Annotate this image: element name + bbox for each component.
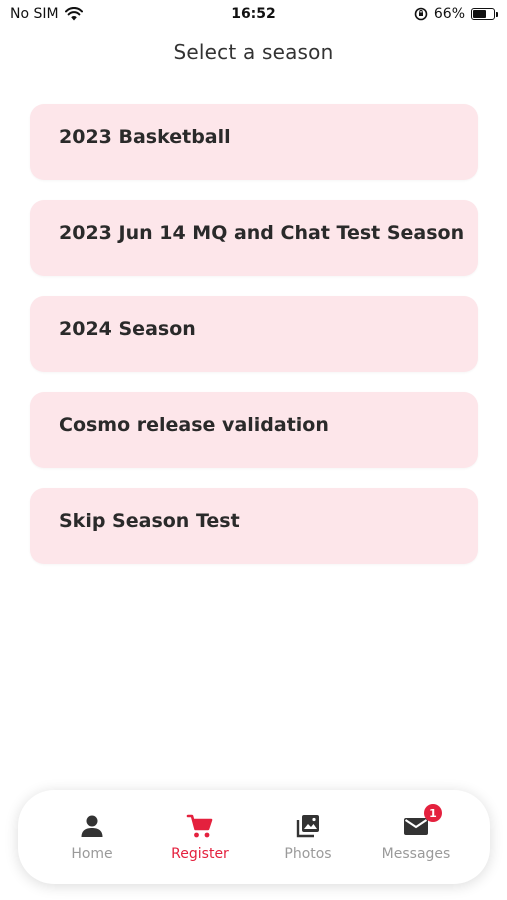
tab-label: Home	[71, 846, 113, 862]
season-item[interactable]: 2023 Jun 14 MQ and Chat Test Season	[30, 200, 478, 276]
battery-percent: 66%	[433, 6, 465, 22]
bottom-tab-bar: Home Register Photos 1 Messages	[18, 790, 490, 884]
status-right: 66%	[414, 6, 498, 22]
battery-level	[473, 10, 487, 18]
tab-photos[interactable]: Photos	[258, 812, 358, 862]
season-label: Skip Season Test	[59, 510, 240, 532]
page-title: Select a season	[173, 40, 334, 64]
unread-badge: 1	[424, 804, 442, 822]
tab-label: Messages	[381, 846, 451, 862]
tab-label: Photos	[284, 846, 332, 862]
season-item[interactable]: Cosmo release validation	[30, 392, 478, 468]
season-label: Cosmo release validation	[59, 414, 329, 436]
battery-icon	[471, 8, 498, 20]
photos-icon	[296, 815, 319, 838]
tab-label: Register	[171, 846, 229, 862]
cart-icon	[186, 814, 213, 838]
app-screen: No SIM 16:52 66% Select a season 2023 Ba…	[0, 0, 507, 900]
season-label: 2023 Jun 14 MQ and Chat Test Season	[59, 222, 465, 244]
tab-messages[interactable]: 1 Messages	[366, 804, 466, 862]
season-item[interactable]: 2024 Season	[30, 296, 478, 372]
season-label: 2024 Season	[59, 318, 196, 340]
tab-home[interactable]: Home	[42, 812, 142, 862]
season-item[interactable]: Skip Season Test	[30, 488, 478, 564]
season-list: 2023 Basketball 2023 Jun 14 MQ and Chat …	[30, 104, 478, 584]
season-item[interactable]: 2023 Basketball	[30, 104, 478, 180]
person-icon	[81, 815, 103, 837]
orientation-lock-icon	[414, 7, 428, 21]
status-bar: No SIM 16:52 66%	[0, 0, 507, 30]
season-label: 2023 Basketball	[59, 126, 231, 148]
tab-register[interactable]: Register	[150, 812, 250, 862]
